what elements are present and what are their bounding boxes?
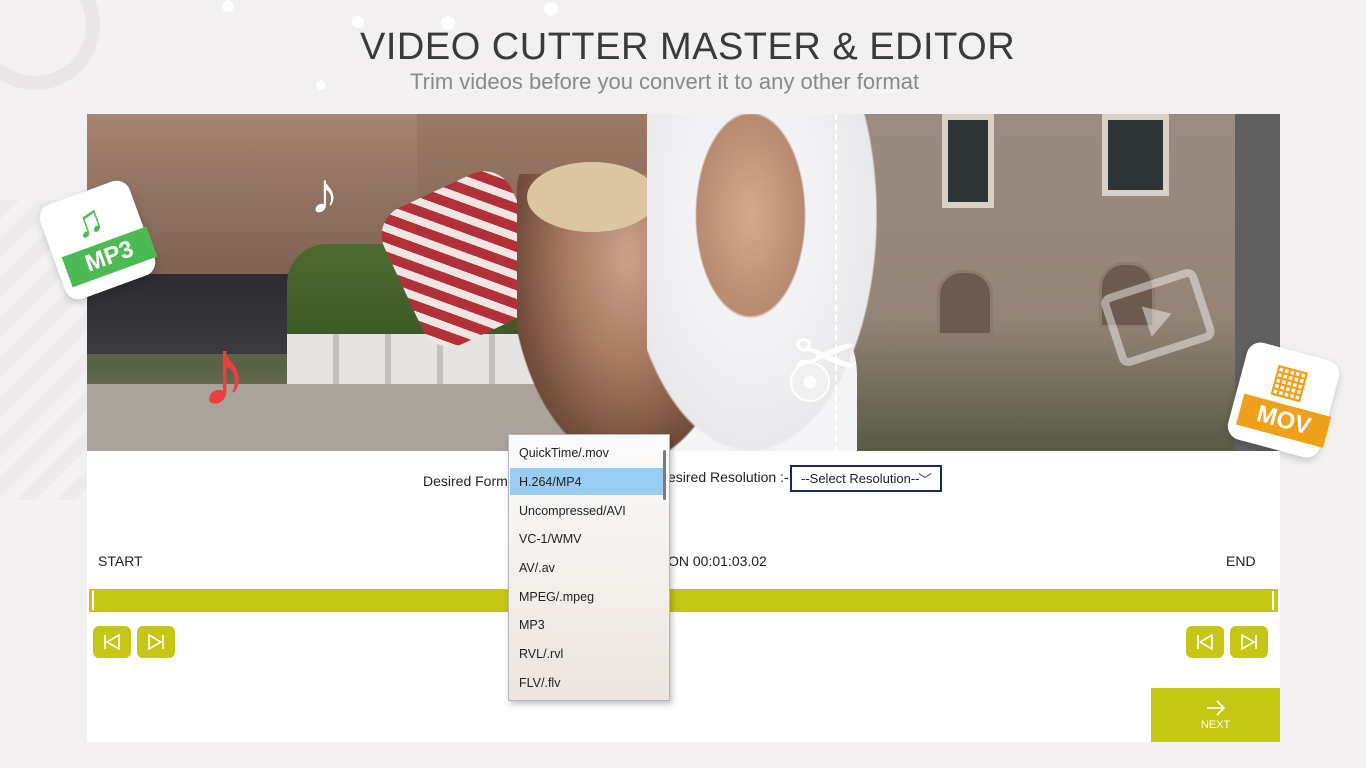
trim-timeline[interactable] [89, 589, 1278, 612]
duration-label: ON 00:01:03.02 [668, 553, 767, 569]
next-button[interactable]: NEXT [1151, 688, 1280, 742]
background-dot [316, 80, 326, 90]
format-label: Desired Form [423, 473, 508, 489]
background-dot [222, 0, 234, 12]
format-option[interactable]: VC-1/WMV [510, 525, 665, 552]
skip-back-icon [1197, 634, 1213, 650]
format-option[interactable]: Uncompressed/AVI [510, 497, 665, 524]
start-next-button[interactable] [137, 626, 175, 658]
film-icon: ▦ [1266, 354, 1314, 408]
end-label: END [1226, 553, 1256, 569]
end-prev-button[interactable] [1186, 626, 1224, 658]
film-reel-icon [790, 362, 830, 402]
resolution-label: esired Resolution :- [668, 469, 789, 485]
music-note-icon: ♫ [66, 196, 110, 248]
music-note-icon: ♪ [200, 319, 248, 426]
format-option[interactable]: QuickTime/.mov [510, 439, 665, 466]
start-prev-button[interactable] [93, 626, 131, 658]
format-option-selected[interactable]: H.264/MP4 [510, 468, 665, 495]
background-dot [544, 2, 558, 16]
start-label: START [98, 553, 143, 569]
format-option[interactable]: MP3 [510, 611, 665, 638]
resolution-select[interactable]: --Select Resolution-- ﹀ [790, 465, 942, 492]
format-dropdown-list[interactable]: QuickTime/.mov H.264/MP4 Uncompressed/AV… [508, 434, 670, 701]
skip-back-icon [104, 634, 120, 650]
page-title: VIDEO CUTTER MASTER & EDITOR [360, 26, 1016, 68]
page-subtitle: Trim videos before you convert it to any… [410, 69, 920, 94]
format-option[interactable]: MPEG/.mpeg [510, 583, 665, 610]
skip-forward-icon [1241, 634, 1257, 650]
end-next-button[interactable] [1230, 626, 1268, 658]
format-option[interactable]: FLV/.flv [510, 669, 665, 696]
format-option[interactable]: AV/.av [510, 554, 665, 581]
background-film-reel [0, 0, 100, 90]
format-option[interactable]: RVL/.rvl [510, 640, 665, 667]
dropdown-scrollbar[interactable] [663, 450, 666, 500]
hero-image [87, 114, 1280, 451]
skip-forward-icon [148, 634, 164, 650]
next-label: NEXT [1200, 719, 1231, 731]
end-handle[interactable] [1272, 591, 1274, 610]
music-note-icon: ♪ [310, 161, 339, 226]
arrow-right-icon [1206, 700, 1225, 716]
start-handle[interactable] [92, 591, 94, 610]
chevron-down-icon: ﹀ [918, 472, 932, 488]
resolution-select-value: --Select Resolution-- [801, 471, 920, 486]
